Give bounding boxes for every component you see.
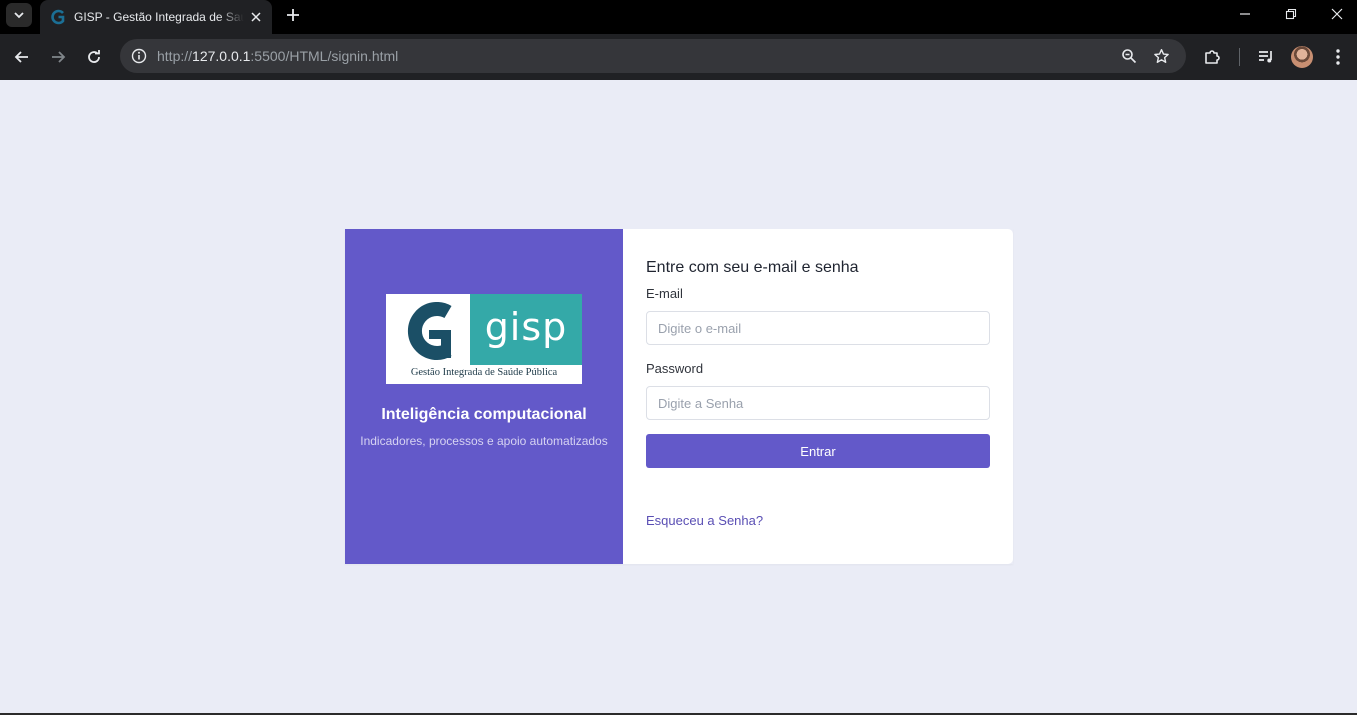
media-queue-icon[interactable]: [1254, 45, 1278, 69]
signin-card: gisp Gestão Integrada de Saúde Pública I…: [345, 229, 1013, 564]
password-field[interactable]: [646, 386, 990, 420]
minimize-icon: [1240, 13, 1250, 15]
url-host: 127.0.0.1: [192, 48, 251, 64]
close-icon: [1331, 8, 1343, 20]
email-label: E-mail: [646, 286, 683, 301]
gisp-favicon-icon: [50, 9, 66, 25]
back-button[interactable]: [8, 43, 36, 71]
address-bar[interactable]: http://127.0.0.1:5500/HTML/signin.html: [120, 39, 1186, 73]
reload-button[interactable]: [80, 43, 108, 71]
url-scheme: http://: [157, 48, 193, 64]
restore-button[interactable]: [1268, 2, 1314, 26]
bookmark-star-icon[interactable]: [1150, 45, 1172, 67]
restore-icon: [1285, 8, 1297, 20]
login-form: Entre com seu e-mail e senha E-mail Pass…: [623, 229, 1013, 564]
extensions-puzzle-icon[interactable]: [1200, 45, 1224, 69]
kebab-menu-icon[interactable]: [1326, 45, 1350, 69]
browser-toolbar: http://127.0.0.1:5500/HTML/signin.html: [0, 34, 1357, 80]
zoom-icon[interactable]: [1118, 45, 1140, 67]
forgot-password-link[interactable]: Esqueceu a Senha?: [646, 513, 763, 528]
plus-icon: [287, 9, 299, 21]
minimize-button[interactable]: [1222, 2, 1268, 26]
arrow-left-icon: [14, 51, 28, 63]
gisp-g-logo-icon: [407, 302, 452, 360]
gisp-logo: gisp Gestão Integrada de Saúde Pública: [386, 294, 582, 384]
form-heading: Entre com seu e-mail e senha: [646, 259, 859, 276]
window-close-button[interactable]: [1314, 2, 1357, 26]
password-label: Password: [646, 361, 704, 376]
new-tab-button[interactable]: [282, 4, 304, 26]
brand-subtitle: Indicadores, processos e apoio automatiz…: [360, 434, 608, 448]
logo-wordmark: gisp: [484, 304, 568, 349]
tab-search-button[interactable]: [6, 3, 32, 27]
url-text: http://127.0.0.1:5500/HTML/signin.html: [157, 48, 398, 64]
toolbar-divider: [1239, 48, 1240, 66]
logo-tagline: Gestão Integrada de Saúde Pública: [410, 367, 558, 378]
brand-panel: gisp Gestão Integrada de Saúde Pública I…: [345, 229, 623, 564]
brand-title: Inteligência computacional: [381, 406, 587, 423]
close-tab-icon[interactable]: [248, 9, 264, 25]
email-field[interactable]: [646, 311, 990, 345]
logo-wordmark-block: gisp: [470, 294, 582, 365]
browser-tab[interactable]: GISP - Gestão Integrada de Saúde Pública: [40, 0, 272, 34]
chevron-down-icon: [14, 12, 24, 19]
tab-title: GISP - Gestão Integrada de Saúde Pública: [74, 10, 244, 24]
arrow-right-icon: [52, 51, 66, 63]
info-icon[interactable]: [128, 45, 150, 67]
profile-avatar[interactable]: [1291, 46, 1313, 68]
reload-icon: [88, 50, 100, 63]
url-path: :5500/HTML/signin.html: [250, 48, 399, 64]
forward-button[interactable]: [44, 43, 72, 71]
browser-tab-strip: GISP - Gestão Integrada de Saúde Pública: [0, 0, 1357, 34]
login-button[interactable]: Entrar: [646, 434, 990, 468]
